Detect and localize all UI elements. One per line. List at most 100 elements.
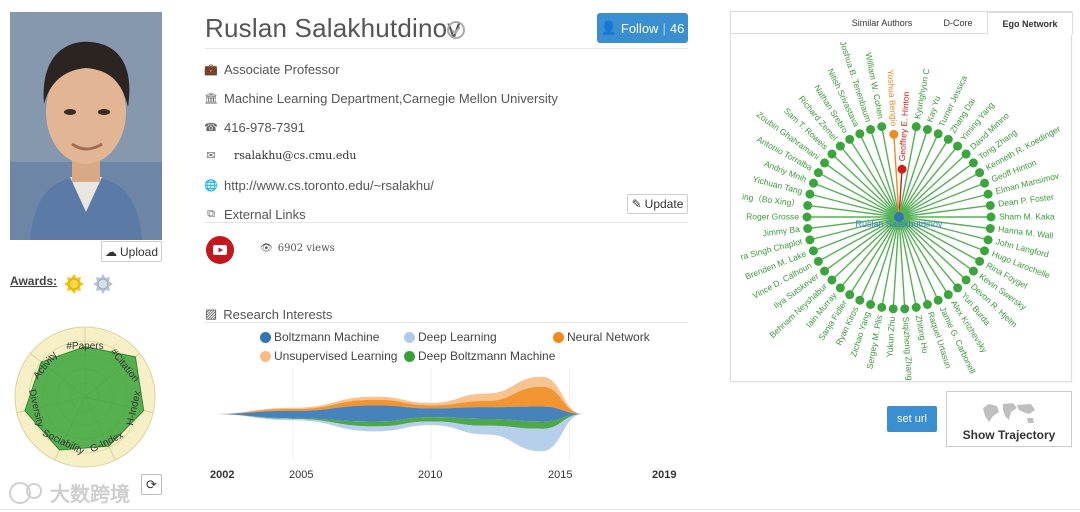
network-node[interactable] [820,158,830,168]
network-node[interactable] [813,256,823,266]
position-row: 💼 Associate Professor [204,62,339,77]
network-node-label[interactable]: Geoffrey E. Hinton [897,91,911,162]
set-url-button[interactable]: set url [887,406,937,432]
network-node[interactable] [877,302,887,312]
network-node[interactable] [975,256,985,266]
show-trajectory-label: Show Trajectory [962,428,1056,442]
network-node[interactable] [897,164,907,174]
legend-item[interactable]: Deep Boltzmann Machine [404,349,555,363]
network-node[interactable] [953,141,963,151]
network-node[interactable] [922,299,932,309]
gold-award-icon[interactable] [64,274,84,294]
globe-icon: 🌐 [204,180,218,192]
legend-item[interactable]: Neural Network [553,330,650,344]
network-node[interactable] [985,200,995,210]
youtube-icon[interactable] [206,236,234,264]
network-node-label[interactable]: Jimmy Ba [762,224,801,239]
follow-button[interactable]: 👤 Follow | 46 [597,13,688,43]
upload-button[interactable]: ☁ Upload [101,241,162,262]
legend-swatch-deep-boltzmann [404,350,415,362]
network-node[interactable] [961,149,971,159]
network-tabs: Similar Authors D-Core Ego Network [731,12,1073,35]
network-node[interactable] [803,200,813,210]
update-button[interactable]: ✎ Update [627,194,688,214]
silver-award-icon[interactable] [93,274,113,294]
network-node[interactable] [953,283,963,293]
homepage-link[interactable]: http://www.cs.toronto.edu/~rsalakhu/ [224,178,434,193]
network-node-label[interactable]: Yukun Zhu [884,316,897,357]
network-node-label[interactable]: Siqizheng Zhang [901,316,915,381]
network-node[interactable] [866,125,876,135]
network-node[interactable] [933,129,943,139]
network-node[interactable] [980,246,990,256]
legend-item[interactable]: Unsupervised Learning [260,349,397,363]
network-node[interactable] [835,141,845,151]
network-node[interactable] [855,129,865,139]
network-node[interactable] [808,246,818,256]
area-chart-icon: ▨ [205,306,218,321]
network-center-label: Ruslan Salakhutdinov [855,219,943,229]
legend-item[interactable]: Deep Learning [404,330,497,344]
network-node[interactable] [877,122,887,132]
network-node[interactable] [943,290,953,300]
follow-divider: | [662,20,666,36]
network-node[interactable] [968,158,978,168]
network-node[interactable] [900,304,910,314]
network-node[interactable] [803,224,813,234]
show-trajectory-button[interactable]: Show Trajectory [946,391,1072,447]
network-node[interactable] [983,189,993,199]
upload-label: Upload [119,244,159,259]
network-node[interactable] [933,295,943,305]
network-node[interactable] [805,189,815,199]
legend-label: Unsupervised Learning [274,349,398,363]
network-node[interactable] [827,149,837,159]
institution-icon: 🏛 [204,93,218,105]
add-user-icon: 👤 [600,20,617,35]
affiliation-row: 🏛 Machine Learning Department,Carnegie M… [204,91,558,106]
network-node[interactable] [911,122,921,132]
network-node[interactable] [802,212,812,222]
network-node[interactable] [855,295,865,305]
network-node[interactable] [888,304,898,314]
network-node[interactable] [985,224,995,234]
network-node[interactable] [835,283,845,293]
network-node-label[interactable]: Yoshua Bengio [885,69,899,127]
axis-start-label: 2002 [210,469,235,481]
network-node[interactable] [975,168,985,178]
network-node[interactable] [922,125,932,135]
network-node[interactable] [808,178,818,188]
network-node[interactable] [845,290,855,300]
homepage-row[interactable]: 🌐 http://www.cs.toronto.edu/~rsalakhu/ [204,178,434,193]
network-node-label[interactable]: Roger Grosse [746,211,799,221]
divider [205,48,688,49]
network-node[interactable] [866,299,876,309]
network-node-label[interactable]: Sham M. Kaka [999,211,1055,221]
watermark-text: 大数跨境 [50,484,130,506]
radar-axis-label: #Papers [66,341,103,352]
network-node[interactable] [961,275,971,285]
network-node[interactable] [968,266,978,276]
network-node[interactable] [943,134,953,144]
network-node-label[interactable]: ing（Bo Xing） [742,191,801,208]
network-node[interactable] [827,275,837,285]
network-node[interactable] [980,178,990,188]
network-edge [898,193,989,218]
network-node[interactable] [911,302,921,312]
refresh-button[interactable]: ⟳ [141,474,162,495]
network-node[interactable] [986,212,996,222]
update-label: Update [644,197,684,211]
tab-similar-authors[interactable]: Similar Authors [841,12,923,34]
network-node[interactable] [983,235,993,245]
network-node[interactable] [845,134,855,144]
network-node[interactable] [805,235,815,245]
network-node-label[interactable]: Dean P. Foster [997,192,1054,209]
legend-item[interactable]: Boltzmann Machine [260,330,379,344]
network-node[interactable] [813,168,823,178]
tab-d-core[interactable]: D-Core [927,12,989,34]
network-node[interactable] [820,266,830,276]
phone-icon: ☎ [204,122,218,134]
ego-network-graph[interactable]: Geoffrey E. Hinton Kyunghyun CKay YuTurne… [731,34,1071,382]
tab-ego-network[interactable]: Ego Network [987,12,1073,35]
network-node[interactable] [889,129,899,139]
external-links-row: ⧉ External Links [205,207,306,222]
